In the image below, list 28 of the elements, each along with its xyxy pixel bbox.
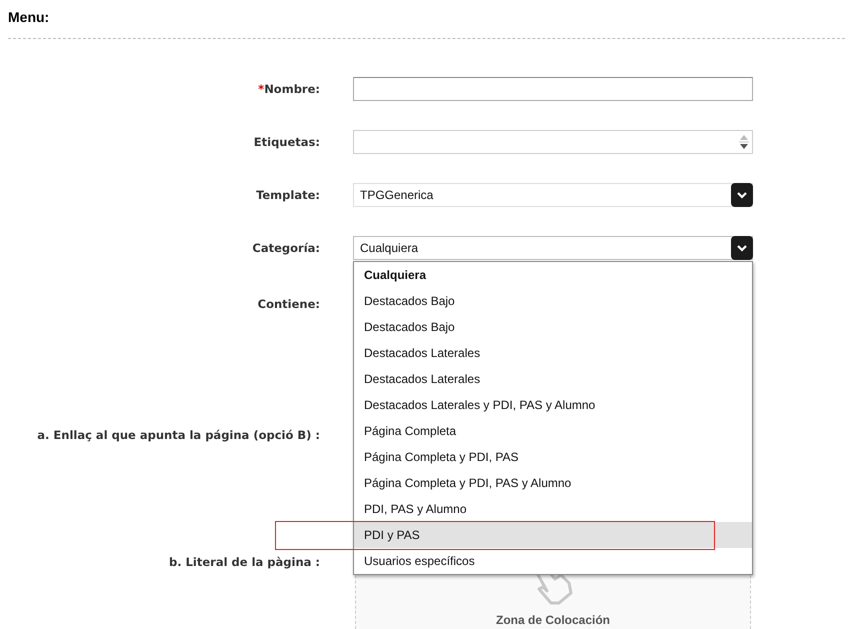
select-field[interactable]: TPGGenerica [353,183,753,207]
input-field[interactable] [353,130,753,154]
field-label: Categoría: [252,241,320,255]
dropdown-option[interactable]: Página Completa y PDI, PAS [354,444,752,470]
chevron-down-icon[interactable] [731,183,753,207]
field-label: a. Enllaç al que apunta la página (opció B) : [37,428,320,442]
dropdown-option[interactable]: Cualquiera [354,262,752,288]
spinner-icon[interactable] [739,133,749,151]
field-label: Template: [256,188,320,202]
dropdown-option[interactable]: Destacados Laterales y PDI, PAS y Alumno [354,392,752,418]
field-label: Etiquetas: [254,135,320,149]
dropdown-option[interactable]: Destacados Laterales [354,340,752,366]
dropdown-option[interactable]: Destacados Laterales [354,366,752,392]
select-field[interactable]: Cualquiera [353,236,753,260]
dropdown-option[interactable]: Destacados Bajo [354,314,752,340]
input-field[interactable] [353,77,753,101]
dropdown-option[interactable]: PDI y PAS [354,522,752,548]
chevron-down-icon[interactable] [731,236,753,260]
dropdown-option[interactable]: PDI, PAS y Alumno [354,496,752,522]
field-label: *Nombre: [258,82,320,96]
dropdown-option[interactable]: Página Completa y PDI, PAS y Alumno [354,470,752,496]
drop-zone-label: Zona de Colocación [496,613,610,627]
section-title: Menu: [8,9,50,25]
dropdown-option[interactable]: Página Completa [354,418,752,444]
field-label: Contiene: [258,297,320,311]
field-label: b. Literal de la pàgina : [168,555,320,569]
dropdown-option[interactable]: Destacados Bajo [354,288,752,314]
dropdown-option[interactable]: Usuarios específicos [354,548,752,574]
